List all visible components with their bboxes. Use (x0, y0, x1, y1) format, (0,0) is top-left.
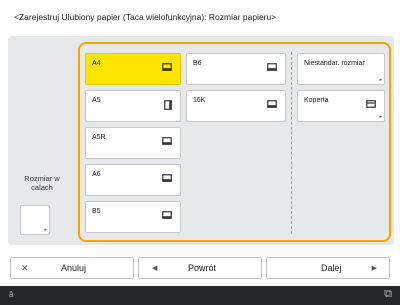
paper-size-label: A5R (92, 134, 106, 141)
custom-size-label: Niestandar. rozmiar (304, 60, 365, 67)
page-title: <Zarejestruj Ulubiony papier (Taca wielo… (14, 12, 277, 22)
next-button[interactable]: Dalej ▶ (266, 257, 390, 279)
back-button[interactable]: ◀ Powrót (138, 257, 262, 279)
envelope-label: Koperta (304, 97, 329, 104)
paper-size-a6-button[interactable]: A6 (85, 164, 181, 196)
paper-size-label: A5 (92, 97, 101, 104)
network-status-icon: ⧉ (384, 288, 392, 300)
paper-landscape-icon (162, 174, 172, 184)
paper-landscape-icon (267, 63, 277, 73)
info-icon: â (9, 290, 14, 299)
paper-size-b5-button[interactable]: B5 (85, 201, 181, 233)
next-label: Dalej (321, 263, 342, 273)
submenu-arrow-icon: ▸ (379, 77, 382, 83)
inch-size-button[interactable]: ▸ (20, 205, 50, 235)
paper-size-label: B5 (92, 208, 101, 215)
arrow-left-icon: ◀ (152, 265, 158, 272)
paper-landscape-icon (162, 211, 172, 221)
paper-landscape-icon (162, 137, 172, 147)
paper-size-label: 16K (193, 97, 206, 104)
paper-size-16k-button[interactable]: 16K (186, 90, 286, 122)
arrow-right-icon: ▶ (371, 265, 377, 272)
paper-size-b6-button[interactable]: B6 (186, 53, 286, 85)
paper-size-label: A4 (92, 60, 101, 67)
cancel-button[interactable]: ✕ Anuluj (10, 257, 134, 279)
close-icon: ✕ (21, 263, 29, 273)
paper-size-label: A6 (92, 171, 101, 178)
paper-size-a5-button[interactable]: A5 (85, 90, 181, 122)
submenu-arrow-icon: ▸ (379, 114, 382, 120)
paper-portrait-icon (164, 100, 172, 112)
envelope-icon (366, 100, 376, 110)
back-label: Powrót (188, 263, 217, 273)
paper-size-a4-button[interactable]: A4 (85, 53, 181, 85)
inch-size-label: Rozmiar w calach (24, 174, 60, 192)
submenu-arrow-icon: ▸ (44, 227, 47, 233)
divider (291, 52, 292, 234)
paper-landscape-icon (162, 63, 172, 73)
envelope-button[interactable]: Koperta ▸ (297, 90, 385, 122)
custom-size-button[interactable]: Niestandar. rozmiar ▸ (297, 53, 385, 85)
paper-size-label: B6 (193, 60, 202, 67)
status-bar: â ⧉ (0, 286, 400, 305)
paper-size-a5r-button[interactable]: A5R (85, 127, 181, 159)
paper-landscape-icon (267, 100, 277, 110)
cancel-label: Anuluj (61, 263, 87, 273)
